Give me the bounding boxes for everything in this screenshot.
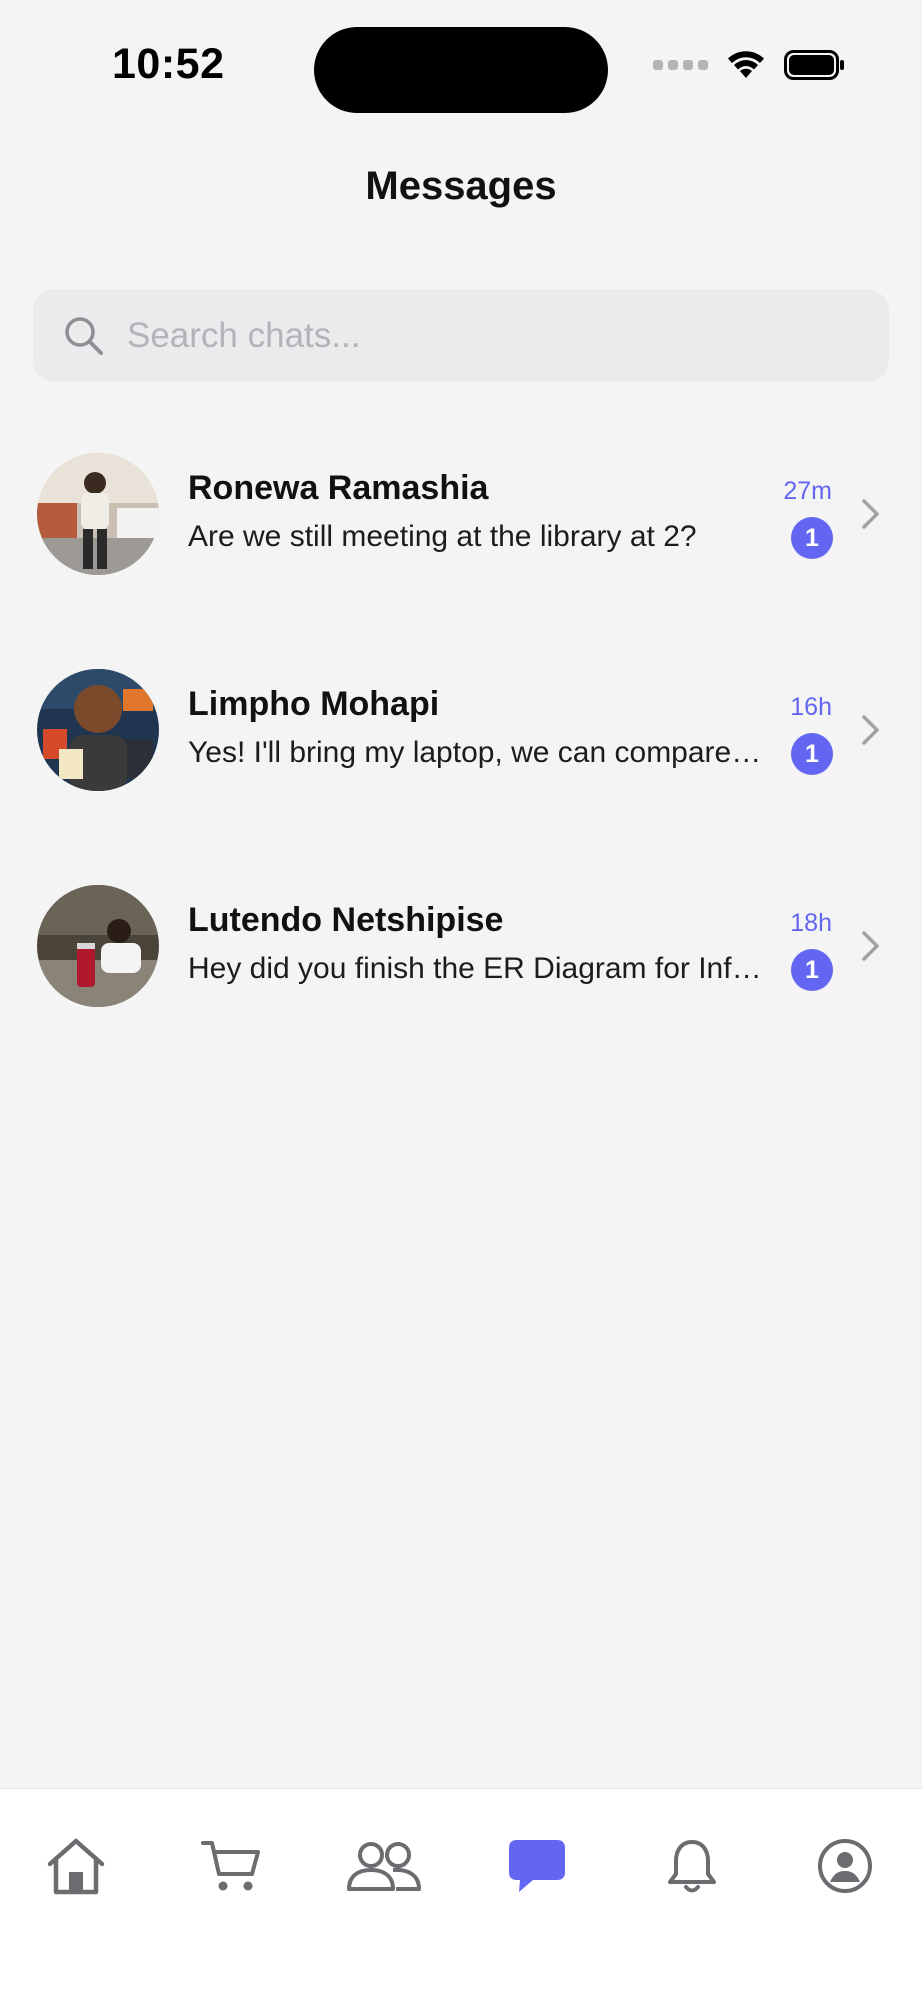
chat-time: 16h [790,693,832,721]
wifi-icon [728,51,764,78]
chat-preview: Are we still meeting at the library at 2… [188,520,697,553]
chat-list: Ronewa Ramashia Are we still meeting at … [0,443,922,1091]
unread-badge: 1 [791,517,833,559]
tab-profile[interactable] [805,1829,885,1903]
chevron-right-icon [862,715,879,745]
unread-badge: 1 [791,949,833,991]
tab-community[interactable] [344,1829,424,1903]
avatar-photo-icon [37,453,159,575]
chat-preview: Hey did you finish the ER Diagram for In… [188,952,768,985]
chat-name: Limpho Mohapi [188,685,440,723]
tab-notifications[interactable] [652,1829,732,1903]
chat-item-lutendo-netshipise[interactable]: Lutendo Netshipise Hey did you finish th… [0,875,922,1091]
page-title: Messages [365,164,557,208]
tab-home[interactable] [36,1829,116,1903]
chevron-right-icon [862,931,879,961]
unread-badge: 1 [791,733,833,775]
tab-cart[interactable] [191,1829,271,1903]
chat-name: Lutendo Netshipise [188,901,504,939]
chat-name: Ronewa Ramashia [188,469,489,507]
people-icon [347,1842,421,1891]
chat-preview: Yes! I'll bring my laptop, we can compar… [188,736,768,769]
profile-icon [818,1839,872,1893]
search-bar[interactable] [33,289,889,382]
avatar-photo-icon [37,885,159,1007]
search-input[interactable] [127,289,867,382]
bell-icon [668,1840,716,1893]
status-time: 10:52 [112,40,225,88]
battery-icon [784,50,844,80]
home-icon [47,1838,105,1895]
cellular-signal-icon [653,60,708,70]
dynamic-island [314,27,608,113]
status-indicators [653,50,846,80]
tab-messages[interactable] [497,1829,577,1903]
chat-item-limpho-mohapi[interactable]: Limpho Mohapi Yes! I'll bring my laptop,… [0,659,922,875]
bottom-tab-bar [0,1788,922,2000]
avatar-photo-icon [37,669,159,791]
cart-icon [201,1841,260,1891]
chat-bubble-icon [509,1840,565,1892]
chat-item-ronewa-ramashia[interactable]: Ronewa Ramashia Are we still meeting at … [0,443,922,659]
search-icon [65,317,103,355]
status-bar: 10:52 [0,0,922,120]
chat-time: 27m [783,477,832,505]
chevron-right-icon [862,499,879,529]
chat-time: 18h [790,909,832,937]
